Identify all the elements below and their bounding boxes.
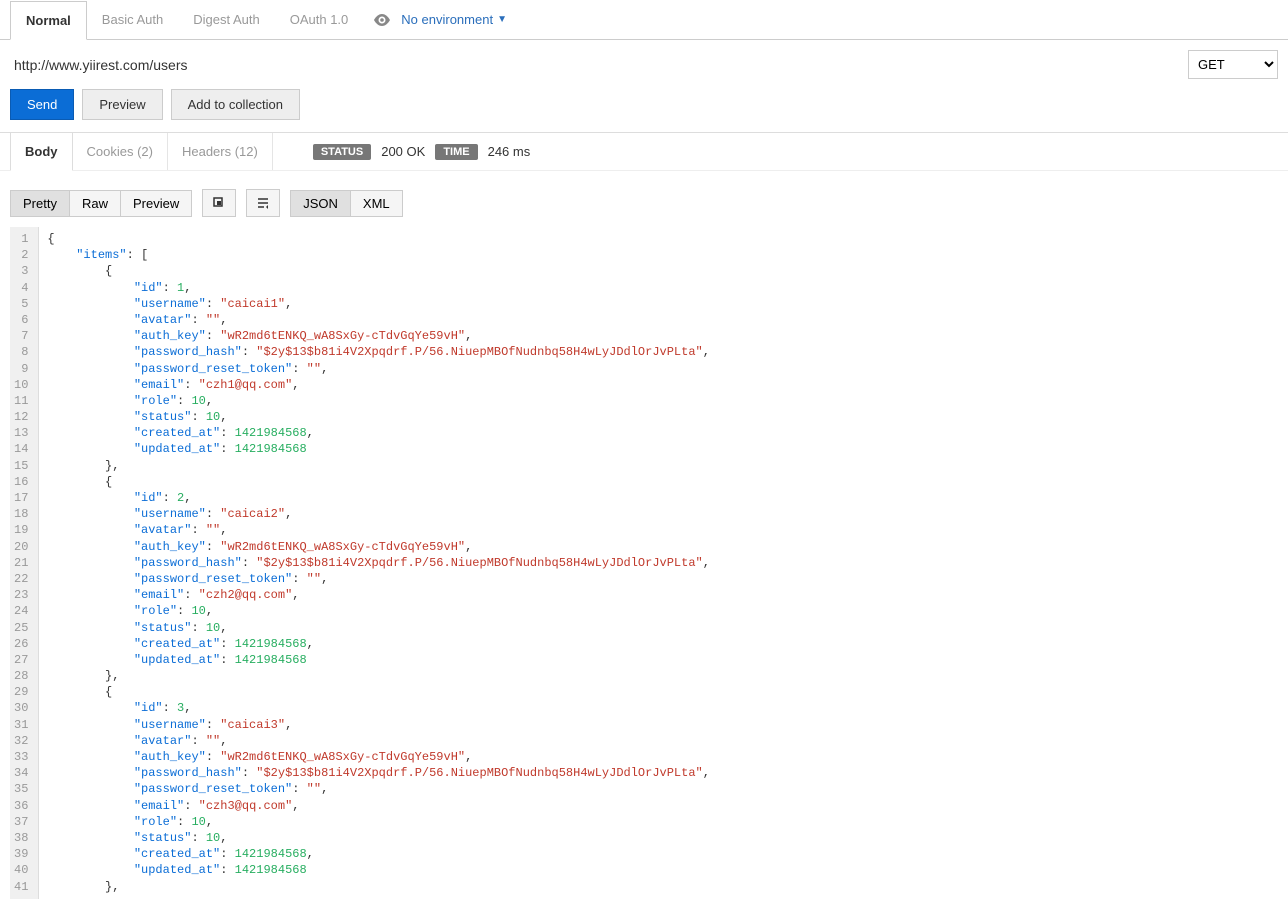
status-label-badge: STATUS: [313, 144, 371, 160]
response-tab-cookies[interactable]: Cookies (2): [73, 133, 168, 170]
format-raw-button[interactable]: Raw: [70, 190, 121, 217]
response-tab-headers[interactable]: Headers (12): [168, 133, 273, 170]
preview-button[interactable]: Preview: [82, 89, 162, 120]
auth-tab-basic[interactable]: Basic Auth: [87, 0, 178, 39]
response-tab-body[interactable]: Body: [10, 133, 73, 171]
environment-dropdown[interactable]: No environment ▼: [401, 12, 507, 27]
time-label-badge: TIME: [435, 144, 477, 160]
auth-tab-oauth[interactable]: OAuth 1.0: [275, 0, 364, 39]
wrap-icon[interactable]: [246, 189, 280, 217]
copy-icon[interactable]: [202, 189, 236, 217]
auth-tab-digest[interactable]: Digest Auth: [178, 0, 275, 39]
format-preview-button[interactable]: Preview: [121, 190, 192, 217]
add-to-collection-button[interactable]: Add to collection: [171, 89, 300, 120]
time-value: 246 ms: [488, 144, 531, 159]
auth-tab-normal[interactable]: Normal: [10, 1, 87, 40]
format-json-button[interactable]: JSON: [290, 190, 351, 217]
http-method-select[interactable]: GET: [1188, 50, 1278, 79]
caret-down-icon: ▼: [497, 14, 507, 25]
environment-label: No environment: [401, 12, 493, 27]
eye-icon[interactable]: [373, 14, 391, 26]
url-input[interactable]: [10, 51, 1180, 79]
format-xml-button[interactable]: XML: [351, 190, 403, 217]
format-pretty-button[interactable]: Pretty: [10, 190, 70, 217]
status-value: 200 OK: [381, 144, 425, 159]
response-body-code: 1234567891011121314151617181920212223242…: [0, 227, 1288, 909]
send-button[interactable]: Send: [10, 89, 74, 120]
